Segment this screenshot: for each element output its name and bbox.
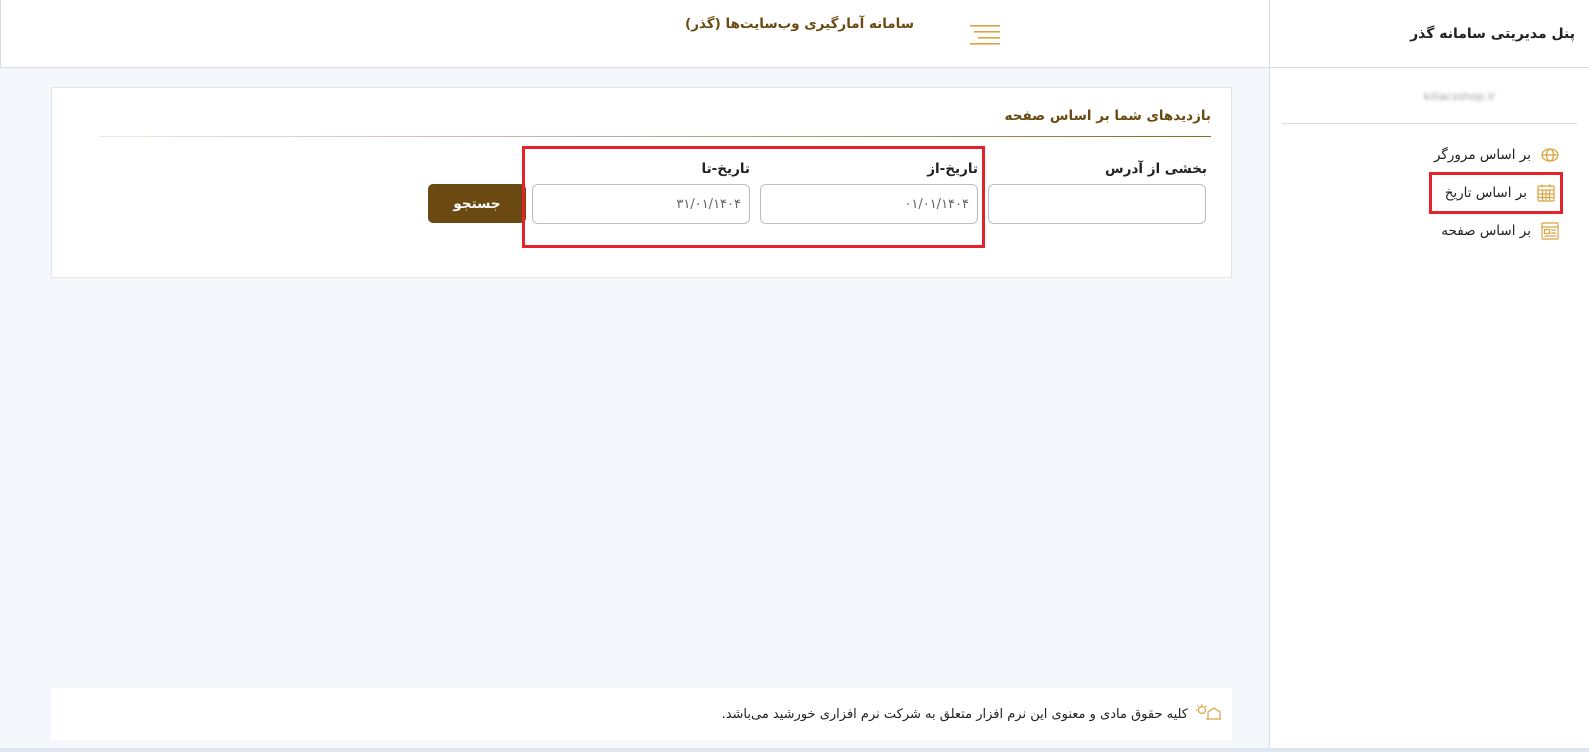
address-input[interactable] <box>988 184 1206 224</box>
date-from-input[interactable] <box>760 184 978 224</box>
date-to-input[interactable] <box>532 184 750 224</box>
search-button[interactable]: جستجو <box>428 184 526 223</box>
filter-card: بازدیدهای شما بر اساس صفحه بخشی از آدرس … <box>51 87 1232 278</box>
top-bar: سامانه آمارگیری وب‌سایت‌ها (گذر) <box>0 0 1269 68</box>
panel-title: پنل مدیریتی سامانه گذر <box>1270 0 1589 68</box>
sidebar-nav: بر اساس مرورگر بر اساس تاریخ بر اساس صفح… <box>1270 138 1589 248</box>
hamburger-menu-icon[interactable] <box>965 14 1005 54</box>
site-domain-text: kiliacsshop.ir <box>1423 90 1496 103</box>
sidebar-item-label: بر اساس مرورگر <box>1433 147 1531 163</box>
footer: کلیه حقوق مادی و معنوی این نرم افزار متع… <box>51 688 1232 740</box>
page-icon <box>1539 220 1561 242</box>
app-root: سامانه آمارگیری وب‌سایت‌ها (گذر) پنل مدی… <box>0 0 1589 752</box>
date-from-label: تاریخ-از <box>927 161 978 177</box>
sidebar-item-label: بر اساس صفحه <box>1441 223 1531 239</box>
address-label: بخشی از آدرس <box>1105 161 1207 177</box>
date-to-label: تاریخ-تا <box>701 161 750 177</box>
sidebar-item-label: بر اساس تاریخ <box>1444 185 1527 201</box>
calendar-icon <box>1535 182 1557 204</box>
window-bottom-edge <box>0 748 1589 752</box>
globe-icon <box>1539 144 1561 166</box>
sidebar-item-page[interactable]: بر اساس صفحه <box>1270 214 1589 248</box>
sidebar-item-browser[interactable]: بر اساس مرورگر <box>1270 138 1589 172</box>
sidebar: پنل مدیریتی سامانه گذر kiliacsshop.ir بر… <box>1269 0 1589 752</box>
copyright-text: کلیه حقوق مادی و معنوی این نرم افزار متع… <box>721 706 1188 722</box>
company-logo-icon <box>1194 703 1222 725</box>
site-domain: kiliacsshop.ir <box>1282 90 1577 124</box>
card-title: بازدیدهای شما بر اساس صفحه <box>1004 108 1211 124</box>
app-title: سامانه آمارگیری وب‌سایت‌ها (گذر) <box>685 16 914 32</box>
title-divider <box>99 136 1211 137</box>
sidebar-item-date[interactable]: بر اساس تاریخ <box>1429 172 1563 214</box>
